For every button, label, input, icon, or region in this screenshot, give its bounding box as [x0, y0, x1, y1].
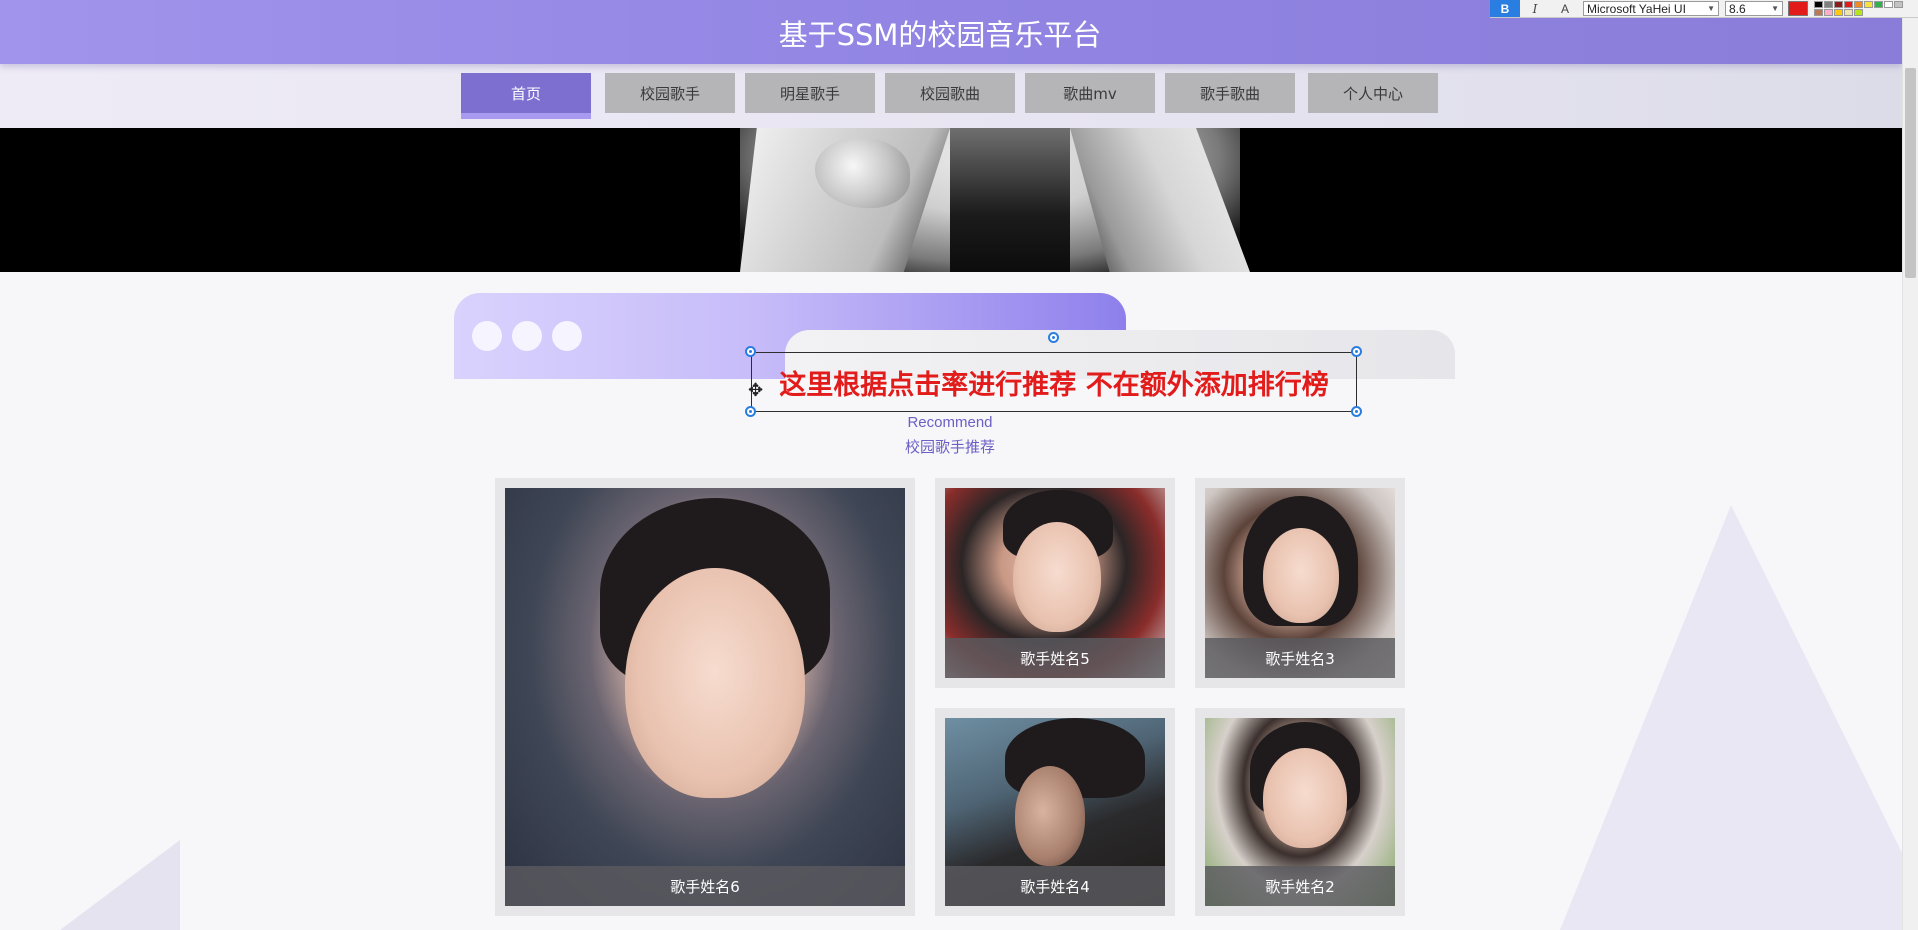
decoration-dot: [472, 321, 502, 351]
singer-name: 歌手姓名4: [945, 866, 1165, 906]
nav-item-campus-songs[interactable]: 校园歌曲: [885, 73, 1015, 113]
color-swatch[interactable]: [1844, 1, 1853, 8]
resize-handle-bottom-right[interactable]: [1351, 406, 1362, 417]
nav-item-campus-singers[interactable]: 校园歌手: [605, 73, 735, 113]
current-color-swatch[interactable]: [1788, 1, 1808, 16]
nav-item-song-mv[interactable]: 歌曲mv: [1025, 73, 1155, 113]
singer-photo: 歌手姓名5: [945, 488, 1165, 678]
section-title: 校园歌手推荐: [904, 438, 995, 456]
scrollbar-thumb[interactable]: [1905, 68, 1916, 278]
nav-item-singer-songs[interactable]: 歌手歌曲: [1165, 73, 1295, 113]
singer-card[interactable]: 歌手姓名2: [1195, 708, 1405, 916]
font-size-value: 8.6: [1729, 1, 1746, 16]
section-subtitle-en: Recommend: [907, 414, 993, 431]
color-swatch[interactable]: [1854, 1, 1863, 8]
color-swatch[interactable]: [1834, 1, 1843, 8]
decoration-dot: [512, 321, 542, 351]
singer-name: 歌手姓名5: [945, 638, 1165, 678]
decoration-dot: [552, 321, 582, 351]
background-triangle-left: [60, 840, 180, 930]
singer-photo: 歌手姓名3: [1205, 488, 1395, 678]
vertical-scrollbar[interactable]: [1902, 18, 1918, 930]
singer-photo-detail: [1013, 522, 1101, 632]
singer-photo: 歌手姓名4: [945, 718, 1165, 906]
banner-image-detail: [950, 128, 1070, 272]
rotate-handle[interactable]: [1048, 332, 1059, 343]
hero-banner[interactable]: [0, 128, 1902, 272]
singer-card[interactable]: 歌手姓名3: [1195, 478, 1405, 688]
nav-item-personal-center[interactable]: 个人中心: [1308, 73, 1438, 113]
singer-card[interactable]: 歌手姓名6: [495, 478, 915, 916]
singer-photo: 歌手姓名6: [505, 488, 905, 906]
color-swatch[interactable]: [1824, 9, 1833, 16]
color-swatch[interactable]: [1894, 1, 1903, 8]
move-cursor-icon: ✥: [748, 380, 764, 401]
nav-item-home[interactable]: 首页: [461, 73, 591, 119]
font-size-select[interactable]: 8.6 ▼: [1725, 1, 1783, 16]
singer-photo-detail: [625, 568, 805, 798]
singer-photo: 歌手姓名2: [1205, 718, 1395, 906]
color-swatch[interactable]: [1814, 9, 1823, 16]
text-format-button[interactable]: A: [1550, 0, 1580, 17]
singer-card[interactable]: 歌手姓名5: [935, 478, 1175, 688]
color-swatch[interactable]: [1814, 1, 1823, 8]
site-title: 基于SSM的校园音乐平台: [778, 18, 1102, 52]
singer-name: 歌手姓名6: [505, 866, 905, 906]
singer-name: 歌手姓名3: [1205, 638, 1395, 678]
color-palette[interactable]: [1814, 1, 1908, 17]
font-family-value: Microsoft YaHei UI: [1587, 1, 1686, 16]
singer-card[interactable]: 歌手姓名4: [935, 708, 1175, 916]
nav-item-star-singers[interactable]: 明星歌手: [745, 73, 875, 113]
color-swatch[interactable]: [1874, 1, 1883, 8]
chevron-down-icon: ▼: [1771, 3, 1779, 13]
singer-photo-detail: [1263, 748, 1347, 848]
italic-button[interactable]: I: [1520, 0, 1550, 17]
main-nav: 首页 校园歌手 明星歌手 校园歌曲 歌曲mv 歌手歌曲 个人中心: [0, 64, 1902, 128]
bold-button[interactable]: B: [1490, 0, 1520, 17]
background-triangle-right: [1560, 505, 1918, 930]
singer-name: 歌手姓名2: [1205, 866, 1395, 906]
color-swatch[interactable]: [1854, 9, 1863, 16]
chevron-down-icon: ▼: [1707, 3, 1715, 13]
resize-handle-top-left[interactable]: [745, 346, 756, 357]
singer-photo-detail: [1263, 528, 1339, 623]
annotation-text-box[interactable]: 这里根据点击率进行推荐 不在额外添加排行榜: [751, 352, 1357, 412]
color-swatch[interactable]: [1864, 1, 1873, 8]
color-swatch[interactable]: [1884, 1, 1893, 8]
color-swatch[interactable]: [1834, 9, 1843, 16]
text-format-toolbar: B I A Microsoft YaHei UI ▼ 8.6 ▼: [1490, 0, 1918, 18]
font-family-select[interactable]: Microsoft YaHei UI ▼: [1583, 1, 1719, 16]
singer-photo-detail: [1015, 766, 1085, 866]
resize-handle-bottom-left[interactable]: [745, 406, 756, 417]
color-swatch[interactable]: [1824, 1, 1833, 8]
color-swatch[interactable]: [1844, 9, 1853, 16]
resize-handle-top-right[interactable]: [1351, 346, 1362, 357]
